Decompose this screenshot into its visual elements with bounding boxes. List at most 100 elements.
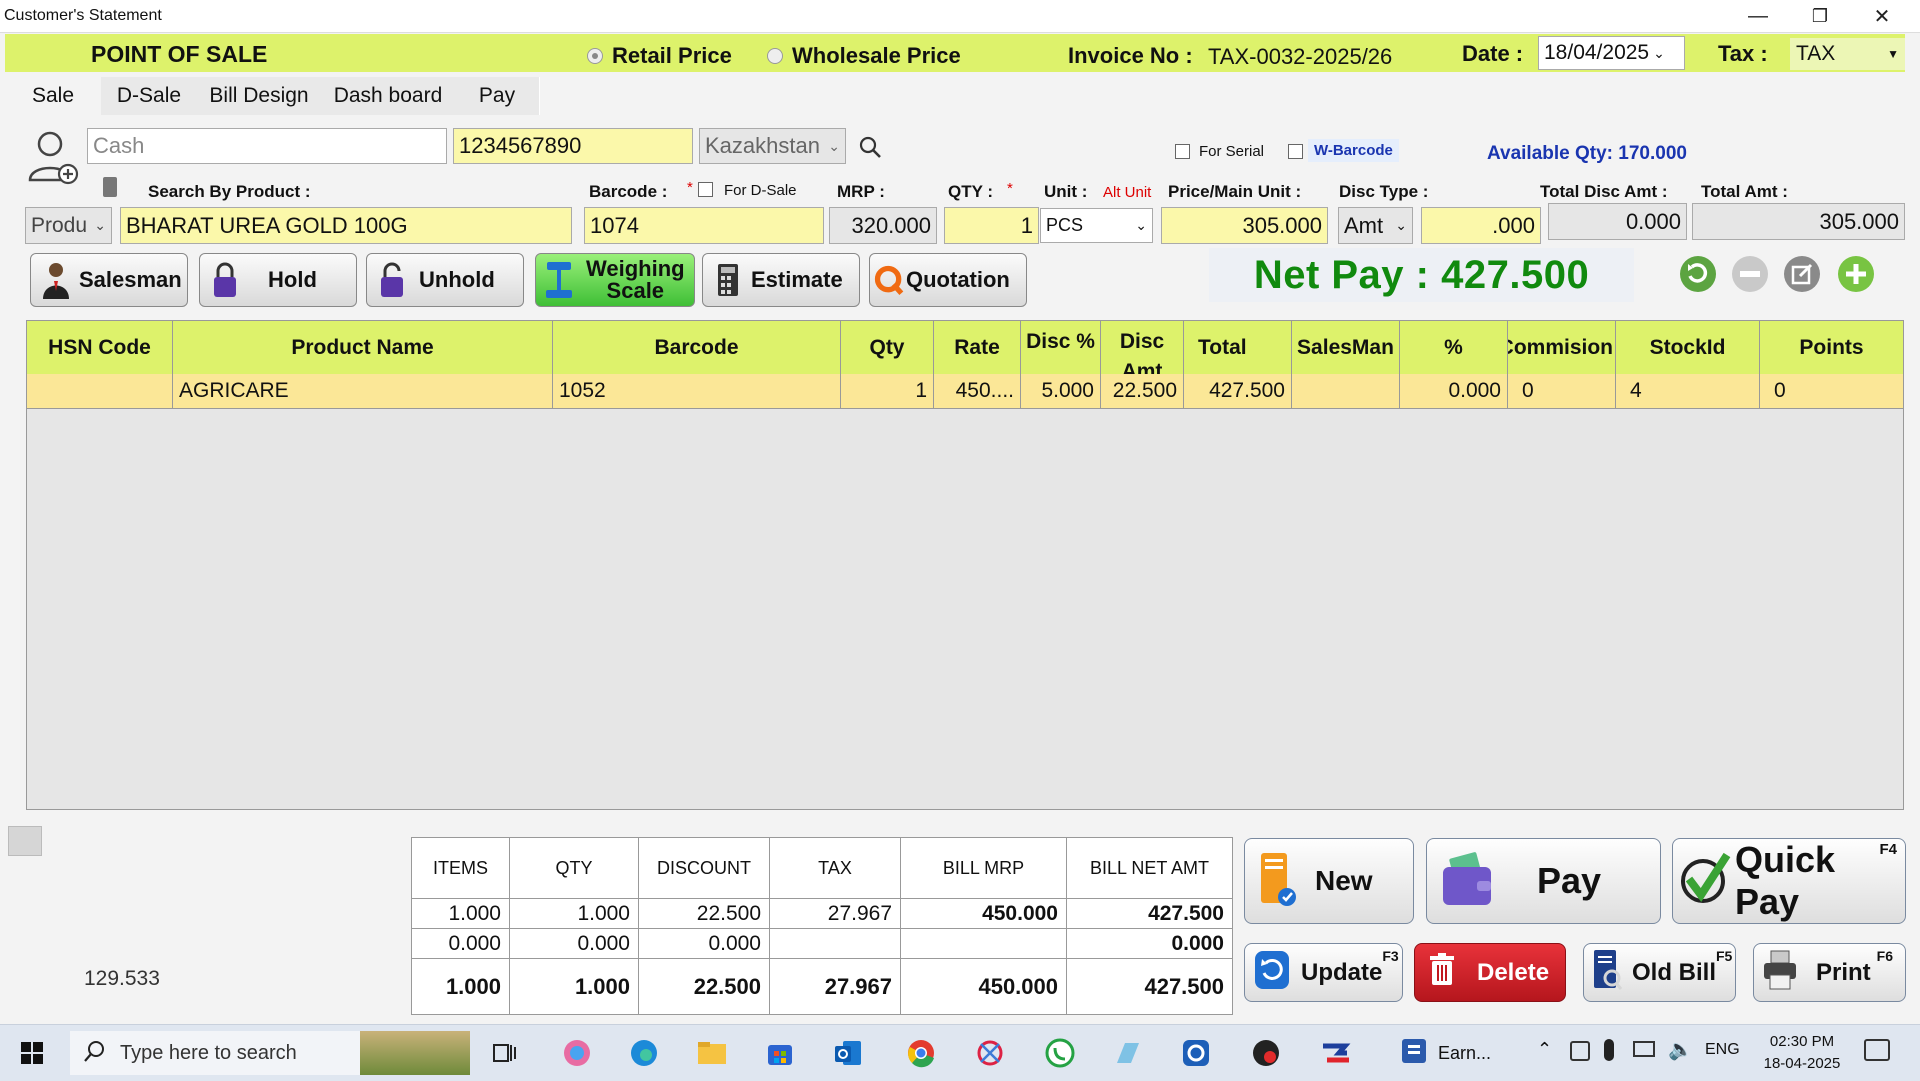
task-view-icon[interactable]: [487, 1035, 523, 1071]
language-indicator[interactable]: ENG: [1705, 1041, 1740, 1059]
wholesale-price-radio[interactable]: [767, 48, 783, 64]
pay-button[interactable]: Pay: [1426, 838, 1661, 924]
total-amt-value: 305.000: [1819, 208, 1899, 234]
old-bill-icon: [1590, 948, 1624, 997]
snipping-tool-icon[interactable]: [972, 1035, 1008, 1071]
barcode-input[interactable]: 1074: [584, 207, 824, 244]
column-header[interactable]: Qty: [841, 321, 934, 374]
restore-button[interactable]: ❐: [1790, 0, 1850, 32]
for-dsale-checkbox[interactable]: [698, 182, 713, 197]
refresh-icon[interactable]: [1678, 254, 1718, 294]
tab-pay[interactable]: Pay: [455, 77, 540, 115]
notepad-app-icon[interactable]: [1110, 1035, 1146, 1071]
date-picker[interactable]: 18/04/2025 ⌄: [1538, 36, 1685, 70]
print-label: Print: [1816, 958, 1871, 986]
column-header[interactable]: Product Name: [173, 321, 553, 374]
copilot-icon[interactable]: [559, 1035, 595, 1071]
qty-input[interactable]: 1: [944, 207, 1039, 244]
new-button[interactable]: New: [1244, 838, 1414, 924]
add-customer-icon[interactable]: [24, 128, 80, 188]
quick-pay-button[interactable]: Quick Pay F4: [1672, 838, 1906, 924]
remote-app-icon[interactable]: [1178, 1035, 1214, 1071]
price-input[interactable]: 305.000: [1161, 207, 1328, 244]
tab-d-sale[interactable]: D-Sale: [101, 77, 198, 115]
volume-icon[interactable]: 🔈: [1668, 1037, 1693, 1062]
column-header[interactable]: Total: [1184, 321, 1292, 374]
hold-button[interactable]: Hold: [199, 253, 357, 307]
clock[interactable]: 02:30 PM 18-04-2025: [1757, 1031, 1847, 1075]
country-select[interactable]: Kazakhstan ⌄: [699, 128, 846, 164]
retail-price-radio[interactable]: [587, 48, 603, 64]
chrome-icon[interactable]: [903, 1035, 939, 1071]
items-grid[interactable]: HSN Code Product Name Barcode Qty Rate D…: [26, 320, 1904, 810]
taskbar-word-app[interactable]: Earn...: [1400, 1035, 1500, 1071]
notifications-icon[interactable]: [1864, 1039, 1890, 1061]
print-button[interactable]: Print F6: [1753, 943, 1906, 1002]
network-icon[interactable]: [1633, 1041, 1655, 1057]
tab-bill-design[interactable]: Bill Design: [197, 77, 322, 115]
search-icon[interactable]: [857, 134, 885, 162]
tab-sale[interactable]: Sale: [5, 77, 102, 115]
unlock-icon: [377, 262, 407, 298]
column-header[interactable]: %: [1400, 321, 1508, 374]
edit-icon[interactable]: [1782, 254, 1822, 294]
whatsapp-icon[interactable]: [1042, 1035, 1078, 1071]
alt-unit-link[interactable]: Alt Unit: [1103, 184, 1151, 201]
customer-phone-input[interactable]: 1234567890: [453, 128, 693, 164]
summary-cell: 450.000: [901, 959, 1067, 1015]
tax-select[interactable]: TAX ▼: [1790, 38, 1905, 70]
chevron-up-icon[interactable]: ⌃: [1537, 1039, 1552, 1060]
product-search-input[interactable]: BHARAT UREA GOLD 100G: [120, 207, 572, 244]
for-dsale-label: For D-Sale: [724, 182, 797, 199]
old-bill-button[interactable]: Old Bill F5: [1583, 943, 1736, 1002]
column-header[interactable]: Commision: [1508, 321, 1616, 374]
add-icon[interactable]: [1836, 254, 1876, 294]
column-header[interactable]: Rate: [934, 321, 1021, 374]
delete-label: Delete: [1477, 958, 1550, 986]
update-button[interactable]: Update F3: [1244, 943, 1403, 1002]
store-icon[interactable]: [762, 1035, 798, 1071]
disc-value-input[interactable]: .000: [1421, 207, 1541, 244]
meet-now-icon[interactable]: [1570, 1041, 1590, 1061]
for-serial-checkbox[interactable]: [1175, 144, 1190, 159]
edge-icon[interactable]: [626, 1035, 662, 1071]
microphone-icon[interactable]: [1604, 1039, 1614, 1061]
tab-dashboard[interactable]: Dash board: [321, 77, 456, 115]
quick-pay-shortcut: F4: [1879, 841, 1897, 858]
disc-type-select[interactable]: Amt ⌄: [1338, 207, 1413, 244]
outlook-icon[interactable]: [830, 1035, 866, 1071]
weighing-scale-button[interactable]: Weighing Scale: [535, 253, 695, 307]
quotation-button[interactable]: Quotation: [869, 253, 1027, 307]
column-header[interactable]: HSN Code: [27, 321, 173, 374]
table-row[interactable]: AGRICARE 1052 1 450.... 5.000 22.500 427…: [27, 374, 1903, 409]
file-explorer-icon[interactable]: [694, 1035, 730, 1071]
customer-name-input[interactable]: Cash: [87, 128, 447, 164]
estimate-button[interactable]: Estimate: [702, 253, 860, 307]
column-header[interactable]: Disc Amt: [1101, 321, 1184, 374]
w-barcode-checkbox[interactable]: [1288, 144, 1303, 159]
windows-start-icon[interactable]: [14, 1035, 50, 1071]
column-header[interactable]: SalesMan: [1292, 321, 1400, 374]
column-header[interactable]: Barcode: [553, 321, 841, 374]
pos-app-icon[interactable]: [1318, 1035, 1354, 1071]
column-header[interactable]: Points: [1760, 321, 1903, 374]
cell-barcode: 1052: [553, 374, 841, 408]
media-app-icon[interactable]: [1248, 1035, 1284, 1071]
tab-label: Bill Design: [209, 84, 309, 107]
search-mode-select[interactable]: Produ ⌄: [25, 207, 112, 244]
remove-icon[interactable]: [1730, 254, 1770, 294]
delete-button[interactable]: Delete: [1414, 943, 1566, 1002]
salesman-button[interactable]: Salesman: [30, 253, 188, 307]
column-header[interactable]: Disc %: [1021, 321, 1101, 374]
invoice-number: TAX-0032-2025/26: [1208, 44, 1393, 69]
column-header[interactable]: StockId: [1616, 321, 1760, 374]
taskbar-search-box[interactable]: Type here to search: [70, 1031, 470, 1075]
unit-select[interactable]: PCS ⌄: [1040, 208, 1153, 243]
tab-label: Pay: [478, 84, 516, 107]
unhold-button[interactable]: Unhold: [366, 253, 524, 307]
minimize-button[interactable]: —: [1728, 0, 1788, 32]
summary-cell: 0.000: [1171, 932, 1224, 955]
close-button[interactable]: ✕: [1852, 0, 1912, 32]
summary-row: 0.000 0.000 0.000 0.000: [412, 928, 1232, 959]
product-search-value: BHARAT UREA GOLD 100G: [126, 212, 408, 238]
